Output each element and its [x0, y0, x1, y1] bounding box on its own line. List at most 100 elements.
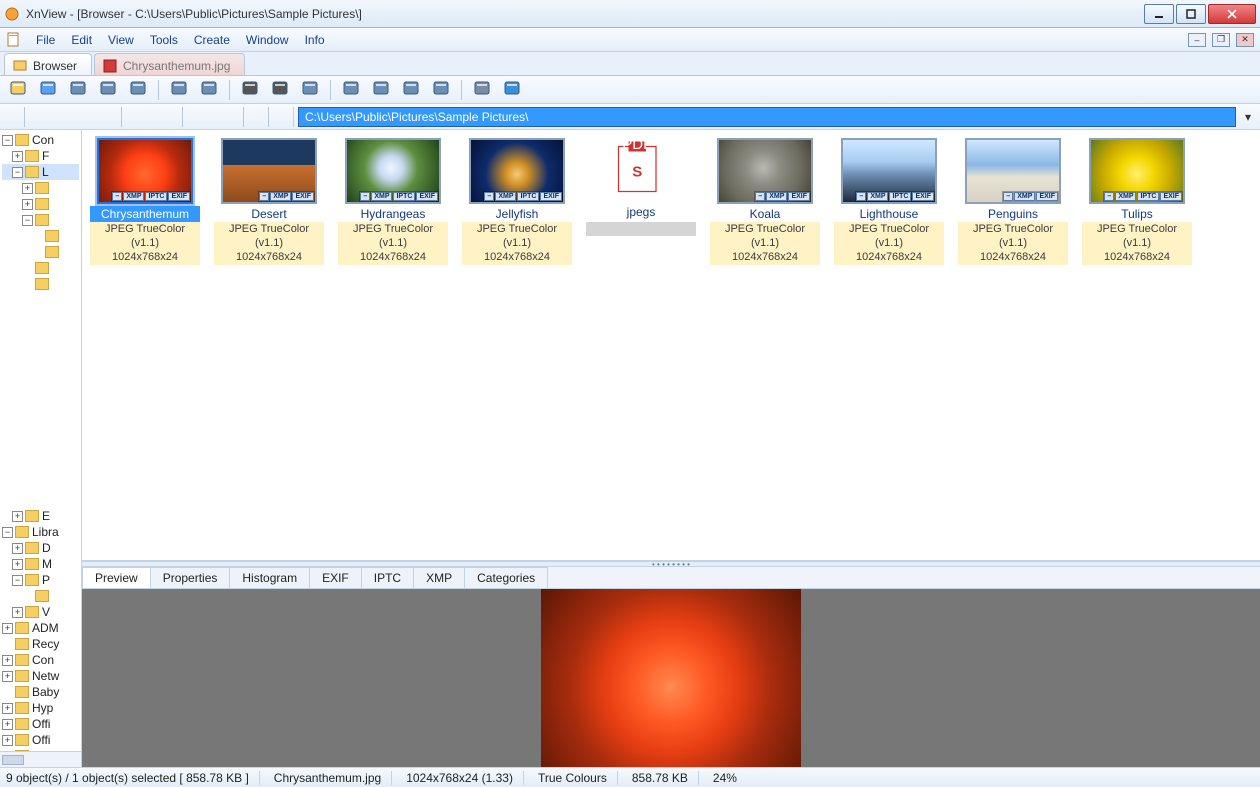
tree-expander-icon[interactable]: +	[2, 719, 13, 730]
tree-expander-icon[interactable]: −	[2, 527, 13, 538]
tree-item[interactable]	[2, 244, 79, 260]
tree-item[interactable]: +M	[2, 556, 79, 572]
tree-item[interactable]: Recy	[2, 636, 79, 652]
tree-item[interactable]: +F	[2, 148, 79, 164]
compare-button[interactable]	[399, 78, 423, 102]
prev-page-button[interactable]	[29, 107, 45, 127]
copy-to-button[interactable]	[167, 78, 191, 102]
tree-expander-icon[interactable]: +	[12, 511, 23, 522]
tree-expander-icon[interactable]: +	[2, 671, 13, 682]
thumbnail-grid[interactable]: –XMPIPTCEXIFChrysanthemumJPEG TrueColor …	[82, 130, 1260, 561]
address-dropdown-button[interactable]: ▾	[1240, 110, 1256, 124]
bottom-tab-histogram[interactable]: Histogram	[229, 567, 310, 588]
tree-item[interactable]: −Libra	[2, 524, 79, 540]
thumbnail-item[interactable]: SPDFjpegs	[586, 138, 696, 552]
mdi-minimize-button[interactable]: –	[1188, 33, 1206, 47]
tree-expander-icon[interactable]: +	[2, 655, 13, 666]
filter-button[interactable]	[223, 107, 239, 127]
settings-button[interactable]	[470, 78, 494, 102]
tree-item[interactable]: +D	[2, 540, 79, 556]
tab-chrysanthemum-jpg[interactable]: Chrysanthemum.jpg	[94, 53, 245, 75]
favorites-button[interactable]	[273, 107, 289, 127]
tree-item[interactable]: +E	[2, 508, 79, 524]
window-maximize-button[interactable]	[1176, 4, 1206, 24]
acquire-button[interactable]	[298, 78, 322, 102]
tree-expander-icon[interactable]: +	[2, 735, 13, 746]
cut-button[interactable]	[144, 107, 160, 127]
tree-expander-icon[interactable]: +	[12, 543, 23, 554]
tree-expander-icon[interactable]: +	[12, 151, 23, 162]
tree-item[interactable]: −	[2, 212, 79, 228]
tree-item[interactable]: −P	[2, 572, 79, 588]
about-button[interactable]	[500, 78, 524, 102]
tree-expander-icon[interactable]: −	[2, 135, 13, 146]
thumbnail-item[interactable]: –XMPEXIFDesertJPEG TrueColor (v1.1)1024x…	[214, 138, 324, 552]
bottom-tab-iptc[interactable]: IPTC	[361, 567, 414, 588]
tree-item[interactable]: +	[2, 196, 79, 212]
move-to-button[interactable]	[197, 78, 221, 102]
menu-file[interactable]: File	[28, 31, 63, 49]
window-minimize-button[interactable]	[1144, 4, 1174, 24]
tree-item[interactable]	[2, 588, 79, 604]
thumbnail-item[interactable]: –XMPEXIFPenguinsJPEG TrueColor (v1.1)102…	[958, 138, 1068, 552]
explorer-button[interactable]	[4, 107, 20, 127]
thumbnail-item[interactable]: –XMPIPTCEXIFJellyfishJPEG TrueColor (v1.…	[462, 138, 572, 552]
back-button[interactable]	[65, 107, 81, 127]
refresh-cw-button[interactable]	[96, 78, 120, 102]
window-close-button[interactable]	[1208, 4, 1256, 24]
refresh-button[interactable]	[248, 107, 264, 127]
tree-expander-icon[interactable]: +	[22, 183, 33, 194]
thumbnail-item[interactable]: –XMPIPTCEXIFHydrangeasJPEG TrueColor (v1…	[338, 138, 448, 552]
tree-horizontal-scrollbar[interactable]	[0, 751, 81, 767]
tree-item[interactable]: +Con	[2, 652, 79, 668]
tree-expander-icon[interactable]: +	[12, 607, 23, 618]
bottom-tab-xmp[interactable]: XMP	[413, 567, 465, 588]
menu-info[interactable]: Info	[297, 31, 333, 49]
thumbnail-item[interactable]: –XMPIPTCEXIFChrysanthemumJPEG TrueColor …	[90, 138, 200, 552]
new-folder-button[interactable]	[126, 107, 142, 127]
tree-expander-icon[interactable]: −	[22, 215, 33, 226]
thumbnail-item[interactable]: –XMPIPTCEXIFTulipsJPEG TrueColor (v1.1)1…	[1082, 138, 1192, 552]
tree-expander-icon[interactable]: +	[2, 623, 13, 634]
print-button[interactable]	[268, 78, 292, 102]
tree-item[interactable]	[2, 228, 79, 244]
webpage-button[interactable]	[369, 78, 393, 102]
up-button[interactable]	[101, 107, 117, 127]
search-button[interactable]	[238, 78, 262, 102]
tree-expander-icon[interactable]: +	[12, 559, 23, 570]
tree-item[interactable]: +Hyp	[2, 700, 79, 716]
forward-button[interactable]	[83, 107, 99, 127]
address-bar[interactable]: C:\Users\Public\Pictures\Sample Pictures…	[298, 107, 1236, 127]
tree-expander-icon[interactable]: +	[2, 703, 13, 714]
tab-browser[interactable]: Browser	[4, 53, 92, 75]
menu-edit[interactable]: Edit	[63, 31, 100, 49]
tree-item[interactable]: +	[2, 180, 79, 196]
bottom-tab-preview[interactable]: Preview	[82, 567, 151, 588]
tree-item[interactable]: −Con	[2, 132, 79, 148]
tree-item[interactable]	[2, 260, 79, 276]
tree-expander-icon[interactable]: −	[12, 575, 23, 586]
refresh-ccw-button[interactable]	[66, 78, 90, 102]
sort-button[interactable]	[205, 107, 221, 127]
tree-item[interactable]: +V	[2, 604, 79, 620]
thumbnail-item[interactable]: –XMPEXIFKoalaJPEG TrueColor (v1.1)1024x7…	[710, 138, 820, 552]
bottom-tab-properties[interactable]: Properties	[150, 567, 231, 588]
convert-button[interactable]	[126, 78, 150, 102]
menu-window[interactable]: Window	[238, 31, 297, 49]
tree-item[interactable]: +Netw	[2, 668, 79, 684]
tree-item[interactable]: +ADM	[2, 620, 79, 636]
open-button[interactable]	[6, 78, 30, 102]
mdi-restore-button[interactable]: ❐	[1212, 33, 1230, 47]
mdi-close-button[interactable]: ✕	[1236, 33, 1254, 47]
tree-item[interactable]: +Offi	[2, 716, 79, 732]
delete-button[interactable]	[162, 107, 178, 127]
fullscreen-button[interactable]	[36, 78, 60, 102]
tree-expander-icon[interactable]: +	[22, 199, 33, 210]
bottom-tab-categories[interactable]: Categories	[464, 567, 548, 588]
slideshow-button[interactable]	[339, 78, 363, 102]
tree-item[interactable]: +Offi	[2, 732, 79, 748]
folder-tree[interactable]: −Con+F−L++−+E−Libra+D+M−P+V+ADMRecy+Con+…	[0, 130, 82, 767]
menu-create[interactable]: Create	[186, 31, 238, 49]
tree-item[interactable]	[2, 276, 79, 292]
menu-view[interactable]: View	[100, 31, 142, 49]
